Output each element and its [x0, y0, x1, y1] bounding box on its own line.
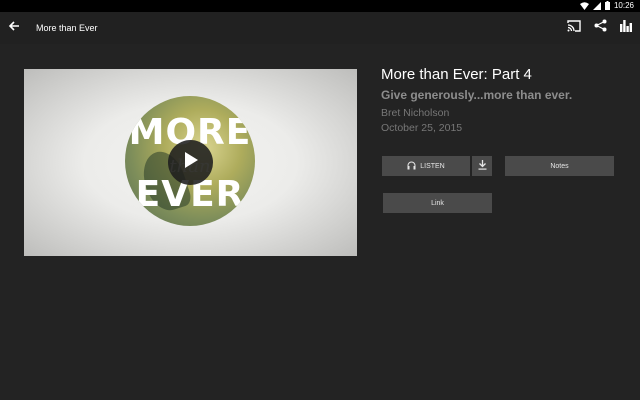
- play-button[interactable]: [168, 140, 213, 185]
- link-button[interactable]: Link: [383, 193, 492, 213]
- play-icon: [183, 151, 199, 174]
- sermon-speaker: Bret Nicholson: [381, 107, 450, 119]
- download-button[interactable]: [472, 156, 492, 176]
- share-button[interactable]: [592, 19, 608, 37]
- status-time: 10:26: [613, 1, 634, 10]
- listen-button[interactable]: LISTEN: [382, 156, 470, 176]
- app-bar: More than Ever: [0, 12, 640, 44]
- listen-label: LISTEN: [420, 162, 445, 170]
- equalizer-icon: [620, 19, 632, 37]
- cast-button[interactable]: [566, 20, 582, 36]
- share-icon: [594, 19, 607, 37]
- back-button[interactable]: [6, 20, 22, 36]
- sermon-subtitle: Give generously...more than ever.: [381, 88, 573, 102]
- notes-button[interactable]: Notes: [505, 156, 614, 176]
- action-icons: [566, 19, 634, 37]
- equalizer-button[interactable]: [618, 20, 634, 36]
- video-thumbnail[interactable]: MORE than EVER: [24, 69, 357, 256]
- download-icon: [478, 160, 487, 172]
- sermon-date: October 25, 2015: [381, 122, 463, 134]
- headphones-icon: [407, 161, 416, 172]
- notes-label: Notes: [550, 162, 569, 170]
- sermon-detail: MORE than EVER More than Ever: Part 4 Gi…: [0, 44, 640, 400]
- sermon-title: More than Ever: Part 4: [381, 66, 532, 83]
- cast-icon: [567, 19, 581, 37]
- status-bar: 10:26: [0, 0, 640, 12]
- app-title: More than Ever: [36, 23, 98, 33]
- status-icons: 10:26: [579, 1, 634, 11]
- link-label: Link: [431, 199, 444, 207]
- back-arrow-icon: [8, 19, 20, 37]
